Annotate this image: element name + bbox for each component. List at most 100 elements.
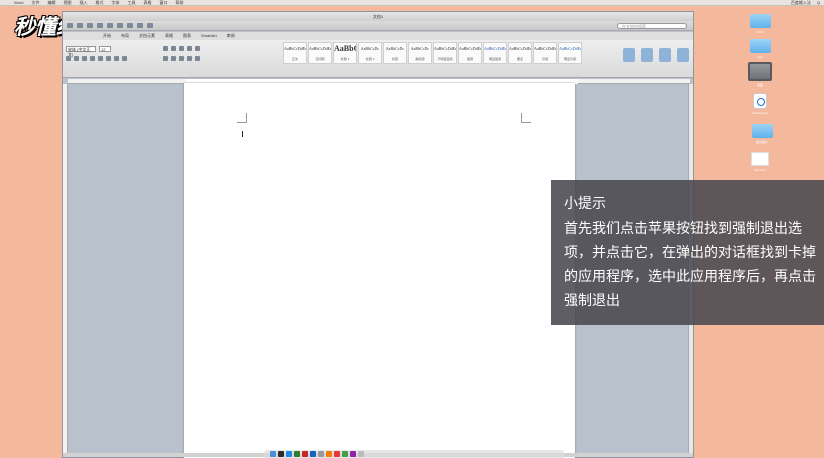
document-page[interactable] (184, 83, 575, 458)
bold-icon[interactable] (66, 56, 71, 61)
style-normal[interactable]: AaBbCcDdEe 正文 (283, 42, 307, 64)
vertical-ruler[interactable] (63, 84, 68, 454)
ribbon-home: 宋体 (中文正文) 12 AaBbCcDdEe 正文 AaBbCcDdEe 无间… (63, 40, 693, 78)
subscript-icon[interactable] (106, 56, 111, 61)
line-spacing-icon[interactable] (195, 56, 200, 61)
justify-icon[interactable] (187, 56, 192, 61)
tab-charts[interactable]: 图表 (183, 32, 191, 40)
style-heading-2[interactable]: AaBbCcDc 标题 2 (358, 42, 382, 64)
spotlight-icon[interactable]: Q (817, 0, 820, 5)
folder-icon (748, 62, 772, 81)
bullets-icon[interactable] (163, 46, 168, 51)
indent-increase-icon[interactable] (195, 46, 200, 51)
tab-layout[interactable]: 布局 (121, 32, 129, 40)
new-doc-icon[interactable] (67, 23, 73, 28)
excel-icon[interactable] (294, 451, 300, 457)
shape-icon[interactable] (641, 48, 653, 62)
redo-icon[interactable] (117, 23, 123, 28)
tab-review[interactable]: 审阅 (227, 32, 235, 40)
superscript-icon[interactable] (98, 56, 103, 61)
menu-item-format[interactable]: 格式 (95, 0, 103, 5)
indent-decrease-icon[interactable] (187, 46, 192, 51)
font-color-icon[interactable] (122, 56, 127, 61)
menu-item-table[interactable]: 表格 (143, 0, 151, 5)
style-heading-1[interactable]: AaBbC标题 1 (333, 42, 357, 64)
style-quote[interactable]: AaBbCcDdEe 引用 (533, 42, 557, 64)
theme-icon[interactable] (677, 48, 689, 62)
menu-item-file[interactable]: 文件 (31, 0, 39, 5)
styles-gallery: AaBbCcDdEe正文 AaBbCcDdEe无间隔 AaBbC标题 1 AaB… (283, 42, 582, 64)
settings-icon[interactable] (318, 451, 324, 457)
standard-toolbar: 在文档中搜索 (63, 21, 693, 31)
paragraph-buttons (163, 46, 200, 51)
menu-item-view[interactable]: 视图 (63, 0, 71, 5)
tab-tables[interactable]: 表格 (165, 32, 173, 40)
numbering-icon[interactable] (171, 46, 176, 51)
align-buttons (163, 56, 200, 61)
format-buttons (66, 56, 127, 61)
tip-title: 小提示 (564, 196, 606, 212)
tip-body: 首先我们点击苹果按钮找到强制退出选项，并点击它，在弹出的对话框找到卡掉的应用程序… (564, 221, 816, 309)
tab-document-elements[interactable]: 文档元素 (139, 32, 155, 40)
multilevel-list-icon[interactable] (179, 46, 184, 51)
app-icon[interactable] (326, 451, 332, 457)
italic-icon[interactable] (74, 56, 79, 61)
style-intense-quote[interactable]: AaBbCcDdEe 明显引用 (558, 42, 582, 64)
text-cursor (242, 131, 243, 137)
desktop-app[interactable]: AA Security (740, 93, 780, 115)
style-subtle-emphasis[interactable]: AaBbCcDdEe 不明显强调 (433, 42, 457, 64)
app-icon[interactable] (350, 451, 356, 457)
menu-item-app[interactable]: Word (14, 0, 23, 5)
align-left-icon[interactable] (163, 56, 168, 61)
trash-icon[interactable] (358, 451, 364, 457)
desktop-document[interactable]: 111.docx (740, 152, 780, 172)
align-right-icon[interactable] (179, 56, 184, 61)
tab-smartart[interactable]: SmartArt (201, 32, 217, 40)
align-center-icon[interactable] (171, 56, 176, 61)
safari-icon[interactable] (286, 451, 292, 457)
menu-item-window[interactable]: 窗口 (159, 0, 167, 5)
help-icon[interactable] (147, 23, 153, 28)
style-intense-emphasis[interactable]: AaBbCcDdEe 明显强调 (483, 42, 507, 64)
strikethrough-icon[interactable] (90, 56, 95, 61)
undo-icon[interactable] (107, 23, 113, 28)
menu-item-tools[interactable]: 工具 (127, 0, 135, 5)
desktop-folder-selected[interactable]: 截图 (740, 62, 780, 87)
style-title[interactable]: AaBbCcDc 标题 (383, 42, 407, 64)
style-no-spacing[interactable]: AaBbCcDdEe 无间隔 (308, 42, 332, 64)
style-strong[interactable]: AaBbCcDdEe 要点 (508, 42, 532, 64)
window-title: 文档1 (63, 12, 693, 21)
save-icon[interactable] (87, 23, 93, 28)
word-icon[interactable] (310, 451, 316, 457)
font-name-select[interactable]: 宋体 (中文正文) (66, 46, 96, 57)
app-icon[interactable] (334, 451, 340, 457)
dock (264, 450, 564, 458)
finder-icon[interactable] (270, 451, 276, 457)
table-icon[interactable] (127, 23, 133, 28)
menu-bar: Word 文件 编辑 视图 插入 格式 字体 工具 表格 窗口 帮助 百度输入法… (0, 0, 824, 6)
desktop-folder[interactable]: 1111 (740, 14, 780, 34)
desktop-folder[interactable]: 1111 (740, 39, 780, 59)
input-method-indicator[interactable]: 百度输入法 (791, 0, 811, 5)
style-subtitle[interactable]: AaBbCcDc 副标题 (408, 42, 432, 64)
powerpoint-icon[interactable] (302, 451, 308, 457)
style-emphasis[interactable]: AaBbCcDdEe 强调 (458, 42, 482, 64)
highlight-icon[interactable] (114, 56, 119, 61)
menu-item-insert[interactable]: 插入 (79, 0, 87, 5)
font-size-select[interactable]: 12 (99, 46, 111, 52)
zoom-icon[interactable] (137, 23, 143, 28)
text-box-icon[interactable] (623, 48, 635, 62)
app-icon[interactable] (342, 451, 348, 457)
print-icon[interactable] (97, 23, 103, 28)
picture-icon[interactable] (659, 48, 671, 62)
tab-home[interactable]: 开始 (103, 32, 111, 40)
tip-box: 小提示 首先我们点击苹果按钮找到强制退出选项，并点击它，在弹出的对话框找到卡掉的… (551, 180, 824, 325)
desktop-folder[interactable]: 相关图片 (742, 124, 782, 144)
menu-item-edit[interactable]: 编辑 (47, 0, 55, 5)
open-icon[interactable] (77, 23, 83, 28)
search-input[interactable]: 在文档中搜索 (617, 23, 687, 29)
menu-item-help[interactable]: 帮助 (175, 0, 183, 5)
menu-item-font[interactable]: 字体 (111, 0, 119, 5)
underline-icon[interactable] (82, 56, 87, 61)
launchpad-icon[interactable] (278, 451, 284, 457)
